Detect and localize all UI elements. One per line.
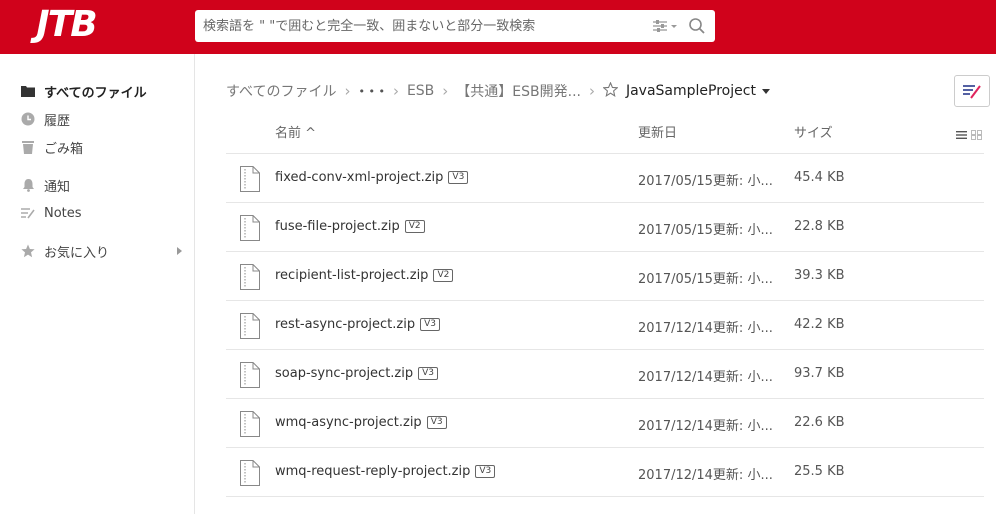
file-updated: 2017/12/14更新: 小... bbox=[638, 370, 773, 385]
notes-edit-icon bbox=[963, 85, 981, 99]
favorite-star-icon[interactable] bbox=[602, 80, 619, 101]
file-size: 45.4 KB bbox=[794, 170, 845, 185]
search-input[interactable] bbox=[195, 10, 645, 42]
file-icon bbox=[240, 460, 260, 486]
file-name-text: fuse-file-project.zip bbox=[275, 219, 400, 234]
table-row[interactable]: rest-async-project.zip V3 2017/12/14更新: 小… bbox=[226, 300, 984, 349]
file-name-text: wmq-async-project.zip bbox=[275, 415, 422, 430]
breadcrumb-ellipsis[interactable]: • • • bbox=[358, 85, 384, 98]
file-name-text: recipient-list-project.zip bbox=[275, 268, 429, 283]
file-updated: 2017/12/14更新: 小... bbox=[638, 468, 773, 483]
sidebar-item-label: Notes bbox=[44, 205, 82, 221]
version-badge[interactable]: V3 bbox=[420, 318, 440, 331]
column-header-size[interactable]: サイズ bbox=[794, 122, 833, 141]
breadcrumb-esb[interactable]: ESB bbox=[407, 83, 434, 99]
jtb-logo[interactable]: JTB bbox=[28, 2, 104, 48]
file-name[interactable]: wmq-async-project.zip V3 bbox=[275, 415, 447, 430]
breadcrumb-root[interactable]: すべてのファイル bbox=[226, 81, 336, 101]
breadcrumb: すべてのファイル › • • • › ESB › 【共通】ESB開発... › … bbox=[226, 78, 770, 104]
version-badge[interactable]: V2 bbox=[433, 269, 454, 282]
notes-button[interactable] bbox=[954, 75, 990, 107]
sidebar-item-trash[interactable]: ごみ箱 bbox=[20, 135, 190, 159]
file-size: 93.7 KB bbox=[794, 366, 845, 381]
notes-icon bbox=[20, 205, 36, 221]
file-name[interactable]: fuse-file-project.zip V2 bbox=[275, 219, 425, 234]
version-badge[interactable]: V3 bbox=[448, 171, 469, 184]
version-badge[interactable]: V3 bbox=[426, 416, 447, 429]
column-header-updated[interactable]: 更新日 bbox=[638, 122, 677, 141]
file-icon bbox=[240, 362, 260, 388]
breadcrumb-separator-icon: › bbox=[392, 82, 399, 100]
file-updated: 2017/05/15更新: 小... bbox=[638, 272, 773, 287]
clock-icon bbox=[20, 111, 36, 127]
trash-icon bbox=[20, 139, 36, 155]
logo-text: JTB bbox=[36, 4, 97, 45]
version-badge[interactable]: V2 bbox=[404, 220, 425, 233]
folder-icon bbox=[20, 83, 36, 99]
table-row[interactable]: fixed-conv-xml-project.zip V3 2017/05/15更… bbox=[226, 153, 984, 202]
file-name[interactable]: soap-sync-project.zip V3 bbox=[275, 366, 439, 381]
sidebar-item-notifications[interactable]: 通知 bbox=[20, 173, 190, 197]
sidebar: すべてのファイル 履歴 ごみ箱 通知 Notes お気に入り bbox=[0, 54, 195, 514]
sidebar-item-all-files[interactable]: すべてのファイル bbox=[20, 79, 190, 103]
file-name-text: wmq-request-reply-project.zip bbox=[275, 464, 471, 479]
file-name[interactable]: fixed-conv-xml-project.zip V3 bbox=[275, 170, 469, 185]
breadcrumb-separator-icon: › bbox=[344, 82, 351, 100]
breadcrumb-current-folder[interactable]: JavaSampleProject bbox=[626, 83, 756, 99]
breadcrumb-separator-icon: › bbox=[588, 82, 595, 100]
search-box bbox=[195, 10, 715, 42]
table-divider bbox=[226, 496, 984, 497]
sidebar-item-notes[interactable]: Notes bbox=[20, 201, 190, 225]
version-badge[interactable]: V3 bbox=[418, 367, 439, 380]
expand-arrow-icon[interactable] bbox=[177, 247, 182, 255]
file-size: 42.2 KB bbox=[794, 317, 845, 332]
grid-view-icon[interactable] bbox=[971, 125, 982, 140]
sidebar-item-label: 履歴 bbox=[44, 113, 71, 129]
file-updated: 2017/12/14更新: 小... bbox=[638, 419, 773, 434]
file-icon bbox=[240, 411, 260, 437]
file-icon bbox=[240, 264, 260, 290]
sidebar-item-favorites[interactable]: お気に入り bbox=[20, 239, 190, 263]
file-name-text: soap-sync-project.zip bbox=[275, 366, 414, 381]
table-row[interactable]: recipient-list-project.zip V2 2017/05/15更… bbox=[226, 251, 984, 300]
file-updated: 2017/05/15更新: 小... bbox=[638, 223, 773, 238]
sidebar-item-label: 通知 bbox=[44, 179, 71, 195]
sidebar-item-label: ごみ箱 bbox=[44, 141, 84, 157]
file-size: 25.5 KB bbox=[794, 464, 845, 479]
file-name[interactable]: rest-async-project.zip V3 bbox=[275, 317, 440, 332]
breadcrumb-separator-icon: › bbox=[442, 82, 449, 100]
file-icon bbox=[240, 215, 260, 241]
file-name-text: fixed-conv-xml-project.zip bbox=[275, 170, 444, 185]
file-size: 22.8 KB bbox=[794, 219, 845, 234]
search-icon[interactable] bbox=[687, 16, 707, 36]
bell-icon bbox=[20, 177, 36, 193]
sidebar-item-history[interactable]: 履歴 bbox=[20, 107, 190, 131]
sidebar-item-label: お気に入り bbox=[44, 245, 110, 261]
file-size: 22.6 KB bbox=[794, 415, 845, 430]
top-header: JTB bbox=[0, 0, 996, 54]
star-icon bbox=[20, 243, 36, 259]
table-row[interactable]: wmq-request-reply-project.zip V3 2017/12/… bbox=[226, 447, 984, 496]
table-row[interactable]: soap-sync-project.zip V3 2017/12/14更新: 小.… bbox=[226, 349, 984, 398]
column-header-name[interactable]: 名前 ^ bbox=[275, 122, 316, 141]
file-updated: 2017/12/14更新: 小... bbox=[638, 321, 773, 336]
search-filter-icon[interactable] bbox=[651, 17, 679, 35]
file-icon bbox=[240, 166, 260, 192]
list-view-icon[interactable] bbox=[956, 125, 967, 139]
version-badge[interactable]: V3 bbox=[475, 465, 496, 478]
folder-menu-caret-icon[interactable] bbox=[761, 88, 770, 94]
breadcrumb-common-esb[interactable]: 【共通】ESB開発... bbox=[456, 81, 581, 101]
file-name-text: rest-async-project.zip bbox=[275, 317, 416, 332]
sidebar-item-label: すべてのファイル bbox=[44, 85, 147, 101]
table-row[interactable]: wmq-async-project.zip V3 2017/12/14更新: 小.… bbox=[226, 398, 984, 447]
file-icon bbox=[240, 313, 260, 339]
file-name[interactable]: recipient-list-project.zip V2 bbox=[275, 268, 454, 283]
file-name[interactable]: wmq-request-reply-project.zip V3 bbox=[275, 464, 496, 479]
file-size: 39.3 KB bbox=[794, 268, 845, 283]
view-toggle bbox=[956, 125, 984, 140]
file-updated: 2017/05/15更新: 小... bbox=[638, 174, 773, 189]
table-row[interactable]: fuse-file-project.zip V2 2017/05/15更新: 小.… bbox=[226, 202, 984, 251]
